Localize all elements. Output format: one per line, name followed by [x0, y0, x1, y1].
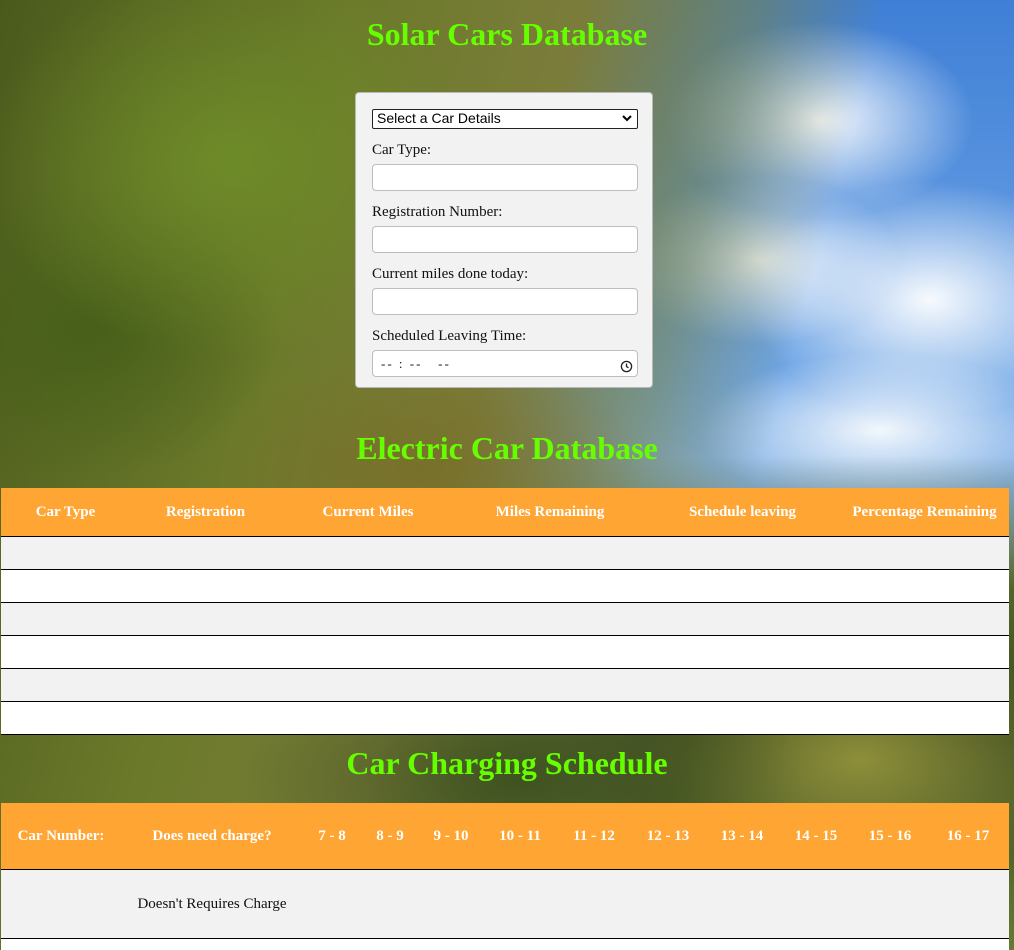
column-header: 14 - 15 — [779, 803, 853, 870]
table-cell — [1, 569, 130, 603]
table-row: Doesn't Requires Charge — [1, 869, 1009, 939]
charge-status-cell: Doesn't Requires Charge — [121, 869, 303, 939]
table-cell — [130, 635, 281, 669]
table-cell — [281, 701, 455, 735]
table-cell — [455, 701, 645, 735]
table-cell — [1, 536, 130, 570]
table-row — [1, 536, 1009, 570]
column-header: 7 - 8 — [303, 803, 361, 870]
leaving-time-value: -- : -- -- — [381, 356, 451, 371]
column-header: 9 - 10 — [419, 803, 483, 870]
table-cell — [840, 569, 1009, 603]
table-row — [1, 668, 1009, 702]
car-type-input[interactable] — [372, 164, 638, 191]
table-cell — [281, 602, 455, 636]
column-header: Registration — [130, 488, 281, 537]
current-miles-input[interactable] — [372, 288, 638, 315]
table-cell — [631, 869, 705, 939]
table-cell — [1, 701, 130, 735]
table-cell — [130, 701, 281, 735]
car-type-label: Car Type: — [372, 142, 432, 158]
table-cell — [557, 869, 631, 939]
table-cell — [281, 668, 455, 702]
table-cell — [1, 635, 130, 669]
registration-number-input[interactable] — [372, 226, 638, 253]
leaving-time-input[interactable]: -- : -- -- — [372, 350, 638, 377]
table-row — [1, 938, 1009, 950]
column-header: 10 - 11 — [483, 803, 557, 870]
table-cell — [927, 869, 1009, 939]
table-cell — [645, 536, 840, 570]
table-cell — [281, 569, 455, 603]
table-cell — [361, 869, 419, 939]
column-header: Miles Remaining — [455, 488, 645, 537]
page-title: Solar Cars Database — [366, 16, 648, 52]
electric-db-title: Electric Car Database — [356, 430, 658, 466]
table-cell — [455, 536, 645, 570]
table-header-row: Car Number: Does need charge? 7 - 8 8 - … — [1, 803, 1009, 870]
column-header: Does need charge? — [121, 803, 303, 870]
registration-number-label: Registration Number: — [372, 204, 503, 220]
table-cell — [840, 635, 1009, 669]
chevron-down-icon — [621, 112, 633, 127]
clock-icon[interactable] — [620, 356, 633, 373]
table-cell — [645, 668, 840, 702]
column-header: Current Miles — [281, 488, 455, 537]
table-row — [1, 635, 1009, 669]
table-cell — [840, 668, 1009, 702]
column-header: 8 - 9 — [361, 803, 419, 870]
table-row — [1, 569, 1009, 603]
table-cell — [1, 602, 130, 636]
table-cell — [840, 602, 1009, 636]
table-cell — [303, 869, 361, 939]
car-select-dropdown[interactable]: Select a Car Details — [372, 109, 638, 129]
table-cell — [705, 869, 779, 939]
table-cell — [779, 869, 853, 939]
charging-schedule-title: Car Charging Schedule — [346, 745, 668, 781]
table-cell — [455, 668, 645, 702]
table-cell — [645, 602, 840, 636]
table-cell — [645, 635, 840, 669]
electric-car-table: Car Type Registration Current Miles Mile… — [1, 488, 1009, 735]
table-cell — [483, 869, 557, 939]
column-header: 11 - 12 — [557, 803, 631, 870]
table-cell — [840, 701, 1009, 735]
column-header: Car Number: — [1, 803, 121, 870]
table-cell — [645, 569, 840, 603]
column-header: Car Type — [1, 488, 130, 537]
table-cell — [1, 668, 130, 702]
column-header: 16 - 17 — [927, 803, 1009, 870]
table-cell — [455, 635, 645, 669]
table-cell — [130, 668, 281, 702]
table-row — [1, 701, 1009, 735]
column-header: 12 - 13 — [631, 803, 705, 870]
table-cell — [455, 569, 645, 603]
table-cell — [1, 869, 121, 939]
table-cell — [281, 635, 455, 669]
table-cell — [419, 869, 483, 939]
table-cell — [840, 536, 1009, 570]
charging-schedule-table: Car Number: Does need charge? 7 - 8 8 - … — [1, 803, 1009, 950]
current-miles-label: Current miles done today: — [372, 266, 529, 282]
table-cell — [281, 536, 455, 570]
table-cell — [130, 602, 281, 636]
column-header: Schedule leaving — [645, 488, 840, 537]
column-header: Percentage Remaining — [840, 488, 1009, 537]
car-select-value: Select a Car Details — [377, 110, 501, 126]
table-cell — [853, 869, 927, 939]
column-header: 13 - 14 — [705, 803, 779, 870]
table-cell — [130, 569, 281, 603]
column-header: 15 - 16 — [853, 803, 927, 870]
table-cell — [1, 938, 1009, 950]
car-details-form: Select a Car Details Car Type: Registrat… — [355, 92, 653, 388]
table-cell — [130, 536, 281, 570]
table-cell — [645, 701, 840, 735]
table-row — [1, 602, 1009, 636]
leaving-time-label: Scheduled Leaving Time: — [372, 328, 527, 344]
table-cell — [455, 602, 645, 636]
table-header-row: Car Type Registration Current Miles Mile… — [1, 488, 1009, 537]
